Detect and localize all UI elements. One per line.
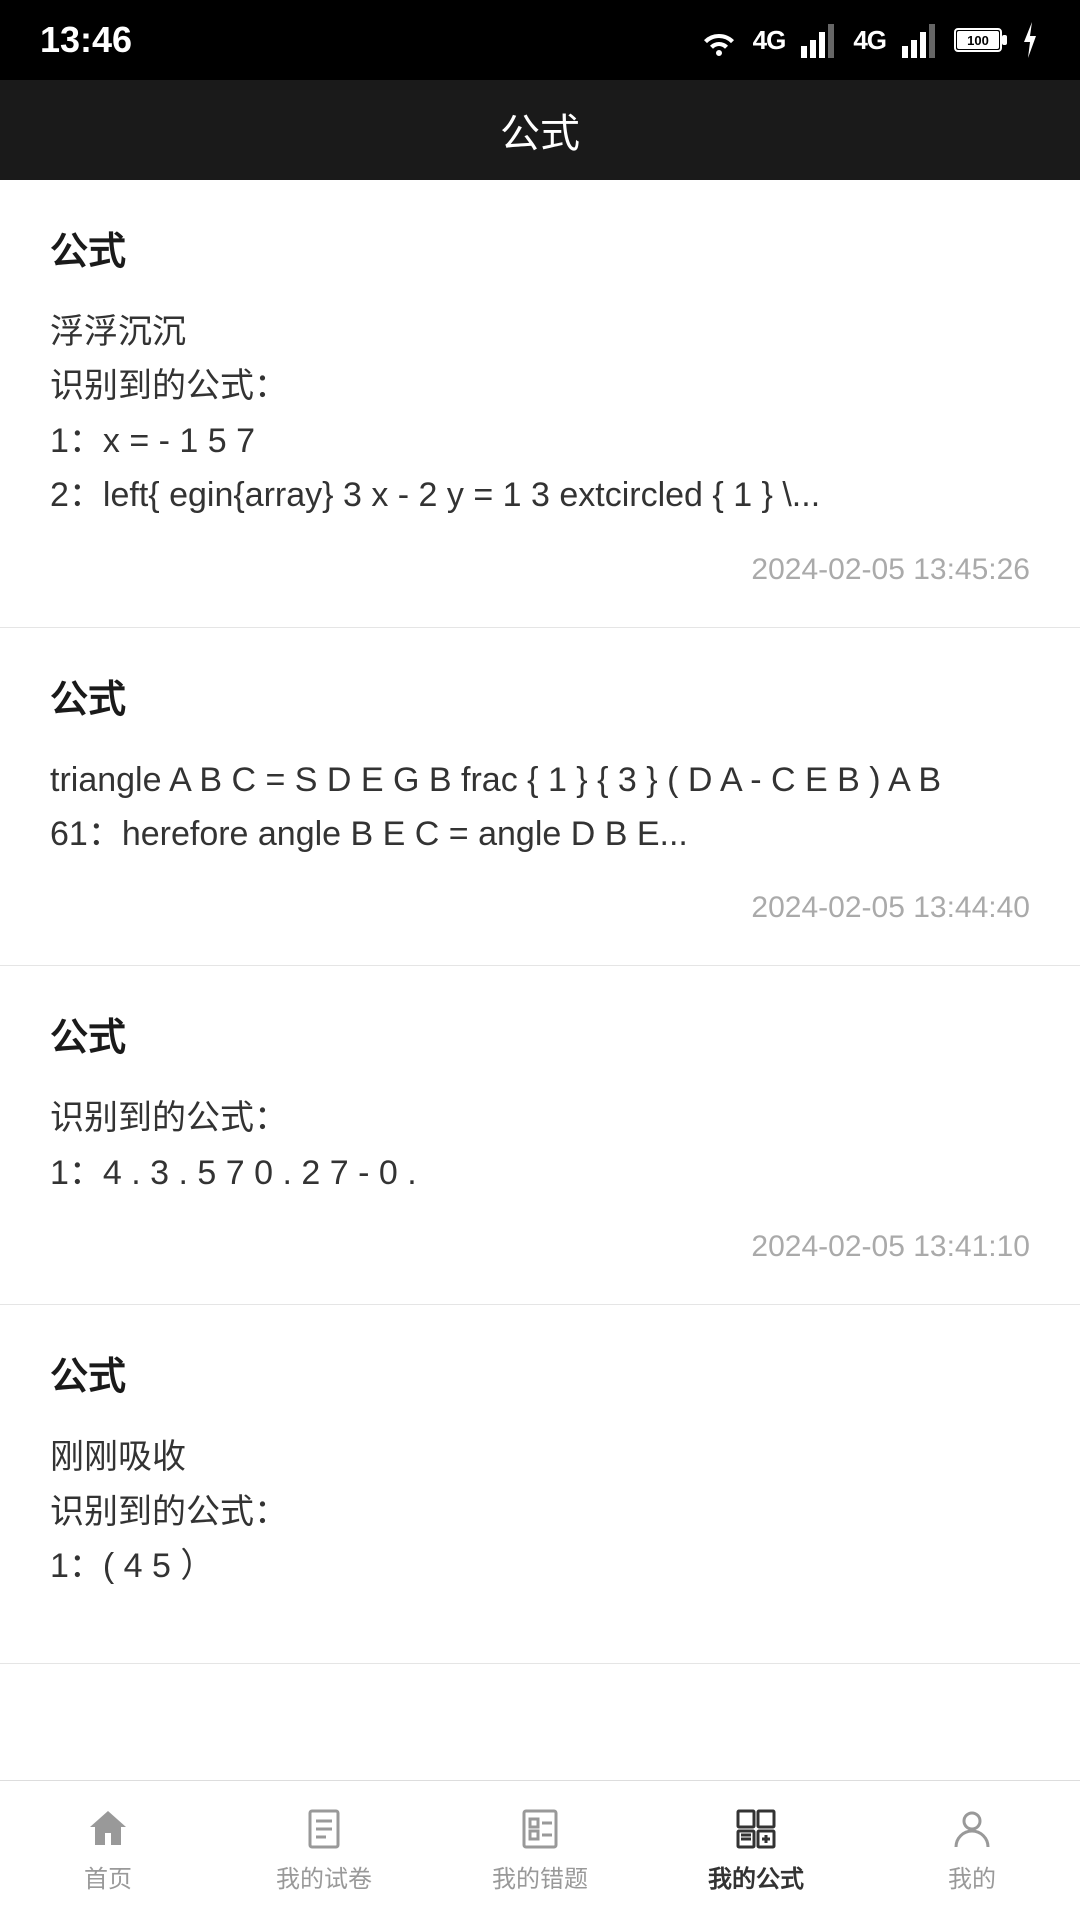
charging-icon [1020, 22, 1040, 58]
nav-title: 公式 [500, 101, 580, 159]
formula-time-1: 2024-02-05 13:45:26 [50, 553, 1030, 587]
formula-time-2: 2024-02-05 13:44:40 [50, 891, 1030, 925]
mine-icon [950, 1807, 994, 1851]
tab-errors-label: 我的错题 [492, 1859, 588, 1894]
battery-icon: 100 [954, 25, 1008, 55]
signal-bars-2 [898, 18, 942, 62]
formula-card-4[interactable]: 公式 刚刚吸收 识别到的公式： 1：( 4 5 ） [0, 1305, 1080, 1664]
nav-bar: 公式 [0, 80, 1080, 180]
status-bar: 13:46 4G 4G 100 [0, 0, 1080, 80]
exams-icon [302, 1807, 346, 1851]
tab-formulas-label: 我的公式 [708, 1859, 804, 1894]
signal-4g-2: 4G [853, 25, 886, 56]
tab-formulas[interactable]: 我的公式 [648, 1807, 864, 1894]
tab-mine[interactable]: 我的 [864, 1807, 1080, 1894]
formulas-icon [734, 1807, 778, 1851]
svg-text:100: 100 [967, 33, 989, 48]
errors-icon [518, 1807, 562, 1851]
formula-tag-3: 公式 [50, 1006, 1030, 1061]
formula-tag-4: 公式 [50, 1345, 1030, 1400]
signal-4g-1: 4G [753, 25, 786, 56]
formula-time-3: 2024-02-05 13:41:10 [50, 1230, 1030, 1264]
formula-card-3[interactable]: 公式 识别到的公式： 1：4 . 3 . 5 7 0 . 2 7 - 0 . 2… [0, 966, 1080, 1305]
content-area: 公式 浮浮沉沉 识别到的公式： 1：x = - 1 5 7 2：left{ eg… [0, 180, 1080, 1780]
status-icons: 4G 4G 100 [697, 18, 1040, 62]
tab-errors[interactable]: 我的错题 [432, 1807, 648, 1894]
formula-content-4: 刚刚吸收 识别到的公式： 1：( 4 5 ） [50, 1430, 1030, 1593]
tab-exams-label: 我的试卷 [276, 1859, 372, 1894]
formula-card-2[interactable]: 公式 triangle A B C = S D E G B frac { 1 }… [0, 628, 1080, 967]
formula-content-3: 识别到的公式： 1：4 . 3 . 5 7 0 . 2 7 - 0 . [50, 1091, 1030, 1200]
formula-content-2: triangle A B C = S D E G B frac { 1 } { … [50, 753, 1030, 862]
formula-content-1: 浮浮沉沉 识别到的公式： 1：x = - 1 5 7 2：left{ egin{… [50, 305, 1030, 523]
tab-home-label: 首页 [84, 1859, 132, 1894]
formula-card-1[interactable]: 公式 浮浮沉沉 识别到的公式： 1：x = - 1 5 7 2：left{ eg… [0, 180, 1080, 628]
tab-home[interactable]: 首页 [0, 1807, 216, 1894]
tab-exams[interactable]: 我的试卷 [216, 1807, 432, 1894]
formula-tag-1: 公式 [50, 220, 1030, 275]
tab-mine-label: 我的 [948, 1859, 996, 1894]
formula-tag-2: 公式 [50, 668, 1030, 723]
signal-bars-1 [797, 18, 841, 62]
wifi-icon [697, 18, 741, 62]
tab-bar: 首页 我的试卷 我的错题 [0, 1780, 1080, 1920]
status-time: 13:46 [40, 19, 132, 61]
home-icon [86, 1807, 130, 1851]
